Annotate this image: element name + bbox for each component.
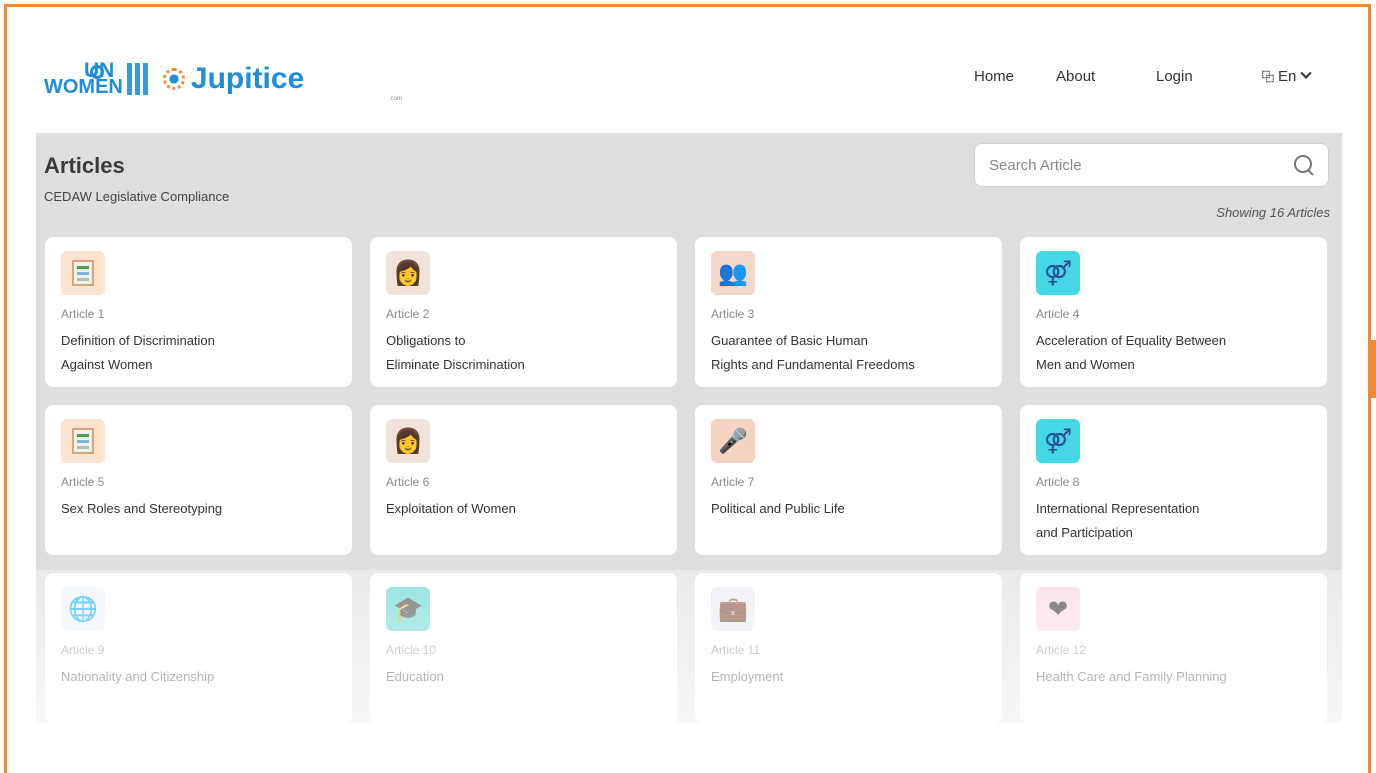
people-icon: 👩 bbox=[386, 419, 430, 463]
article-number: Article 10 bbox=[386, 643, 437, 657]
article-card[interactable]: ⚤ Article 8 International Representation… bbox=[1020, 405, 1327, 555]
article-card[interactable]: 👥 Article 3 Guarantee of Basic Human Rig… bbox=[695, 237, 1002, 387]
people-icon: 👩 bbox=[386, 251, 430, 295]
articles-grid: Article 1 Definition of Discrimination A… bbox=[45, 237, 1327, 723]
chevron-down-icon bbox=[1300, 67, 1313, 79]
un-women-bars-icon bbox=[126, 63, 149, 95]
search-input[interactable] bbox=[989, 156, 1294, 174]
jupitice-bug-icon bbox=[162, 68, 185, 90]
articles-panel: Articles CEDAW Legislative Compliance Sh… bbox=[36, 133, 1342, 723]
jupitice-logo: Jupitice bbox=[162, 62, 305, 96]
article-number: Article 5 bbox=[61, 475, 105, 489]
article-title: Guarantee of Basic Human Rights and Fund… bbox=[711, 333, 915, 372]
article-title: Political and Public Life bbox=[711, 501, 845, 516]
language-selector[interactable]: ⿻ En bbox=[1262, 67, 1313, 85]
education-icon: 🎓 bbox=[386, 587, 430, 631]
article-title: International Representation and Partici… bbox=[1036, 501, 1200, 540]
feedback-side-tab[interactable] bbox=[1370, 340, 1376, 398]
podium-icon: 🎤 bbox=[711, 419, 755, 463]
logo-women-text: WOMEN bbox=[44, 76, 123, 98]
gender-icon: ⚤ bbox=[1036, 419, 1080, 463]
article-number: Article 2 bbox=[386, 307, 430, 321]
document-icon bbox=[61, 419, 105, 463]
results-count-value: 16 Articles bbox=[1269, 205, 1330, 220]
page-title: Articles bbox=[44, 153, 125, 178]
results-count: Showing 16 Articles bbox=[1216, 205, 1330, 220]
article-number: Article 3 bbox=[711, 307, 755, 321]
article-card[interactable]: Article 1 Definition of Discrimination A… bbox=[45, 237, 352, 387]
health-icon: ❤ bbox=[1036, 587, 1080, 631]
article-number: Article 7 bbox=[711, 475, 755, 489]
article-title: Acceleration of Equality Between Men and… bbox=[1036, 333, 1227, 372]
logo-jupitice-text: Jupitice bbox=[190, 62, 305, 95]
document-icon bbox=[61, 251, 105, 295]
article-number: Article 1 bbox=[61, 307, 105, 321]
article-title: Nationality and Citizenship bbox=[61, 669, 215, 684]
search-box[interactable] bbox=[974, 143, 1329, 187]
article-title: Definition of Discrimination Against Wom… bbox=[61, 333, 215, 372]
employment-icon: 💼 bbox=[711, 587, 755, 631]
article-card[interactable]: ⚤ Article 4 Acceleration of Equality Bet… bbox=[1020, 237, 1327, 387]
results-count-prefix: Showing bbox=[1216, 205, 1267, 220]
nav-about-link[interactable]: About bbox=[1056, 68, 1095, 85]
article-card[interactable]: 🌐 Article 9 Nationality and Citizenship bbox=[45, 573, 352, 723]
language-label: En bbox=[1278, 67, 1297, 85]
article-title: Sex Roles and Stereotyping bbox=[61, 501, 223, 516]
article-card[interactable]: ❤ Article 12 Health Care and Family Plan… bbox=[1020, 573, 1327, 723]
article-number: Article 11 bbox=[711, 643, 761, 657]
article-number: Article 9 bbox=[61, 643, 105, 657]
page-subtitle: CEDAW Legislative Compliance bbox=[44, 189, 230, 204]
article-title: Education bbox=[386, 669, 444, 684]
article-title: Health Care and Family Planning bbox=[1036, 669, 1227, 684]
logo-jupitice-sub: .com bbox=[389, 96, 403, 102]
crowd-icon: 👥 bbox=[711, 251, 755, 295]
article-card[interactable]: 💼 Article 11 Employment bbox=[695, 573, 1002, 723]
site-logo[interactable]: UN WOMEN Jupitice .com bbox=[44, 60, 402, 102]
article-card[interactable]: Article 5 Sex Roles and Stereotyping bbox=[45, 405, 352, 555]
article-number: Article 4 bbox=[1036, 307, 1080, 321]
nav-login-link[interactable]: Login bbox=[1156, 68, 1193, 85]
article-number: Article 12 bbox=[1036, 643, 1087, 657]
gender-icon: ⚤ bbox=[1036, 251, 1080, 295]
article-card[interactable]: 👩 Article 2 Obligations to Eliminate Dis… bbox=[370, 237, 677, 387]
un-women-logo: UN WOMEN bbox=[44, 60, 149, 98]
globe-icon: 🌐 bbox=[61, 587, 105, 631]
article-card[interactable]: 👩 Article 6 Exploitation of Women bbox=[370, 405, 677, 555]
site-header: UN WOMEN Jupitice .com Home About Login … bbox=[40, 60, 1340, 116]
search-icon[interactable] bbox=[1294, 155, 1314, 175]
article-title: Exploitation of Women bbox=[386, 501, 516, 516]
article-card[interactable]: 🎓 Article 10 Education bbox=[370, 573, 677, 723]
article-title: Obligations to Eliminate Discrimination bbox=[386, 333, 525, 372]
nav-home-link[interactable]: Home bbox=[974, 68, 1014, 85]
article-number: Article 8 bbox=[1036, 475, 1080, 489]
un-globe-icon bbox=[90, 65, 104, 79]
translate-icon: ⿻ bbox=[1262, 69, 1275, 84]
article-card[interactable]: 🎤 Article 7 Political and Public Life bbox=[695, 405, 1002, 555]
article-title: Employment bbox=[711, 669, 784, 684]
article-number: Article 6 bbox=[386, 475, 430, 489]
